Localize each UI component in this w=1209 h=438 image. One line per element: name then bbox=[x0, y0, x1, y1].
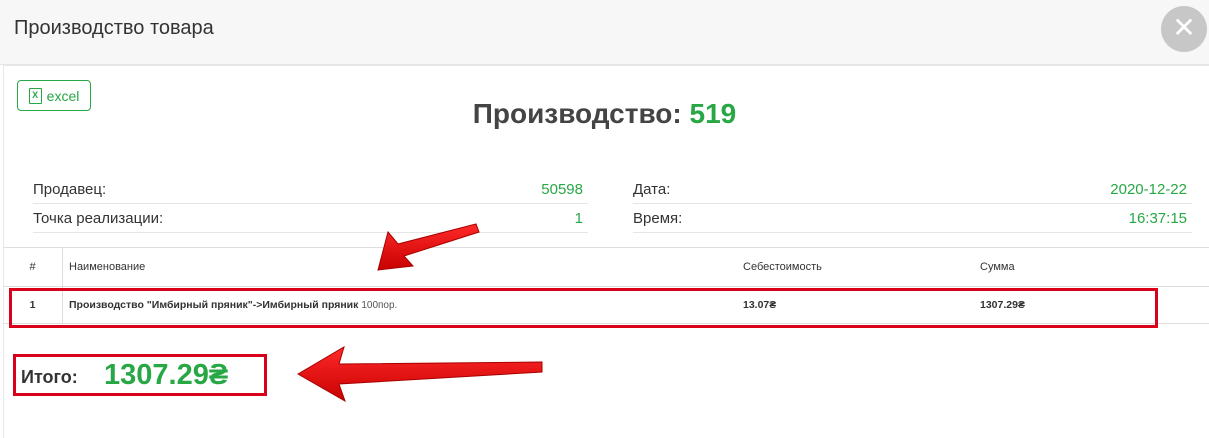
annotation-arrows bbox=[297, 223, 543, 403]
arrow-to-row-icon bbox=[377, 223, 480, 271]
arrow-to-total-icon bbox=[297, 345, 543, 403]
